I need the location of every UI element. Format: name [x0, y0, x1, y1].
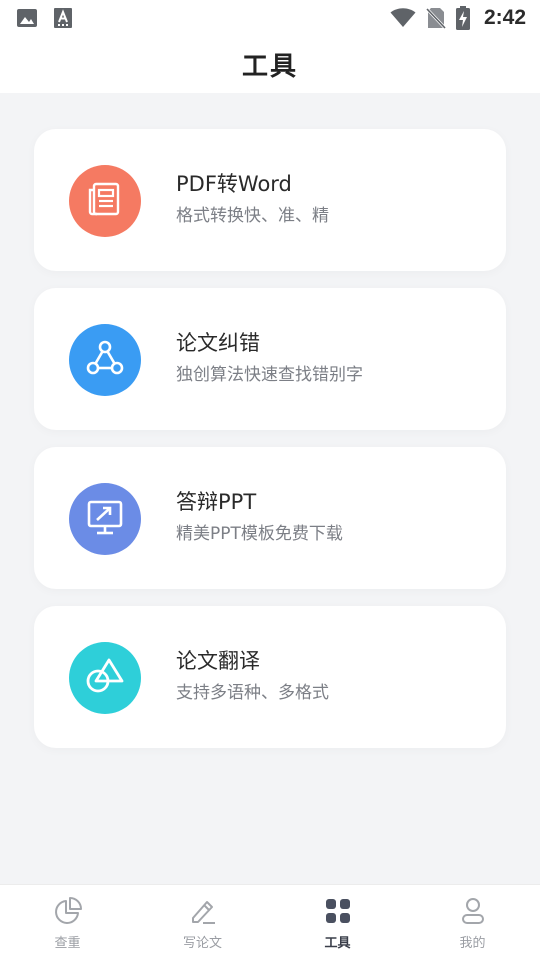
tool-subtitle: 精美PPT模板免费下载	[176, 524, 343, 544]
tool-title: 答辩PPT	[176, 490, 257, 514]
nav-item-write-paper[interactable]: 写论文	[135, 885, 270, 960]
nav-label: 查重	[54, 936, 81, 951]
tool-title: 论文纠错	[176, 331, 260, 355]
tool-title: PDF转Word	[176, 172, 292, 196]
nav-item-plagiarism-check[interactable]: 查重	[0, 885, 135, 960]
tool-title: 论文翻译	[176, 649, 260, 673]
status-right: 2:42	[390, 6, 526, 30]
tool-icon-circle	[69, 324, 141, 396]
nav-label: 写论文	[182, 936, 222, 951]
grid-icon	[322, 895, 354, 927]
nav-item-tools[interactable]: 工具	[270, 885, 405, 960]
pie-chart-icon	[52, 895, 84, 927]
tool-text: 论文翻译 支持多语种、多格式	[176, 646, 329, 706]
tool-icon-circle	[69, 165, 141, 237]
status-bar: 2:42	[0, 0, 540, 36]
pencil-icon	[187, 895, 219, 927]
app-root: 2:42 工具 PDF转Word 格式转换快、准、精 论文纠错 独创算法快速查找…	[0, 0, 540, 960]
tool-card-pdf-to-word[interactable]: PDF转Word 格式转换快、准、精	[34, 129, 506, 271]
nav-label: 我的	[459, 936, 486, 951]
tool-card-thesis-translation[interactable]: 论文翻译 支持多语种、多格式	[34, 606, 506, 748]
status-time: 2:42	[483, 6, 526, 29]
bottom-nav: 查重 写论文 工具 我的	[0, 884, 540, 960]
tool-text: PDF转Word 格式转换快、准、精	[176, 169, 329, 229]
keyboard-a-icon	[54, 8, 72, 28]
nav-label: 工具	[324, 936, 351, 951]
tool-icon-circle	[69, 642, 141, 714]
nav-item-profile[interactable]: 我的	[405, 885, 540, 960]
user-icon	[457, 895, 489, 927]
tool-text: 论文纠错 独创算法快速查找错别字	[176, 328, 363, 388]
tool-text: 答辩PPT 精美PPT模板免费下载	[176, 487, 343, 547]
wifi-icon	[390, 8, 416, 28]
presentation-icon	[84, 496, 126, 542]
tool-icon-circle	[69, 483, 141, 555]
battery-charging-icon	[455, 6, 470, 30]
tool-subtitle: 独创算法快速查找错别字	[176, 365, 363, 385]
tool-subtitle: 格式转换快、准、精	[176, 206, 329, 226]
page-title: 工具	[241, 52, 298, 82]
no-sim-icon	[425, 7, 446, 29]
document-icon	[85, 179, 125, 223]
nodes-icon	[84, 337, 126, 383]
tool-subtitle: 支持多语种、多格式	[176, 683, 329, 703]
image-icon	[16, 8, 38, 28]
page-header: 工具	[0, 36, 540, 93]
status-left	[16, 8, 72, 28]
tool-card-defense-ppt[interactable]: 答辩PPT 精美PPT模板免费下载	[34, 447, 506, 589]
shapes-icon	[83, 654, 127, 702]
tool-card-thesis-correction[interactable]: 论文纠错 独创算法快速查找错别字	[34, 288, 506, 430]
